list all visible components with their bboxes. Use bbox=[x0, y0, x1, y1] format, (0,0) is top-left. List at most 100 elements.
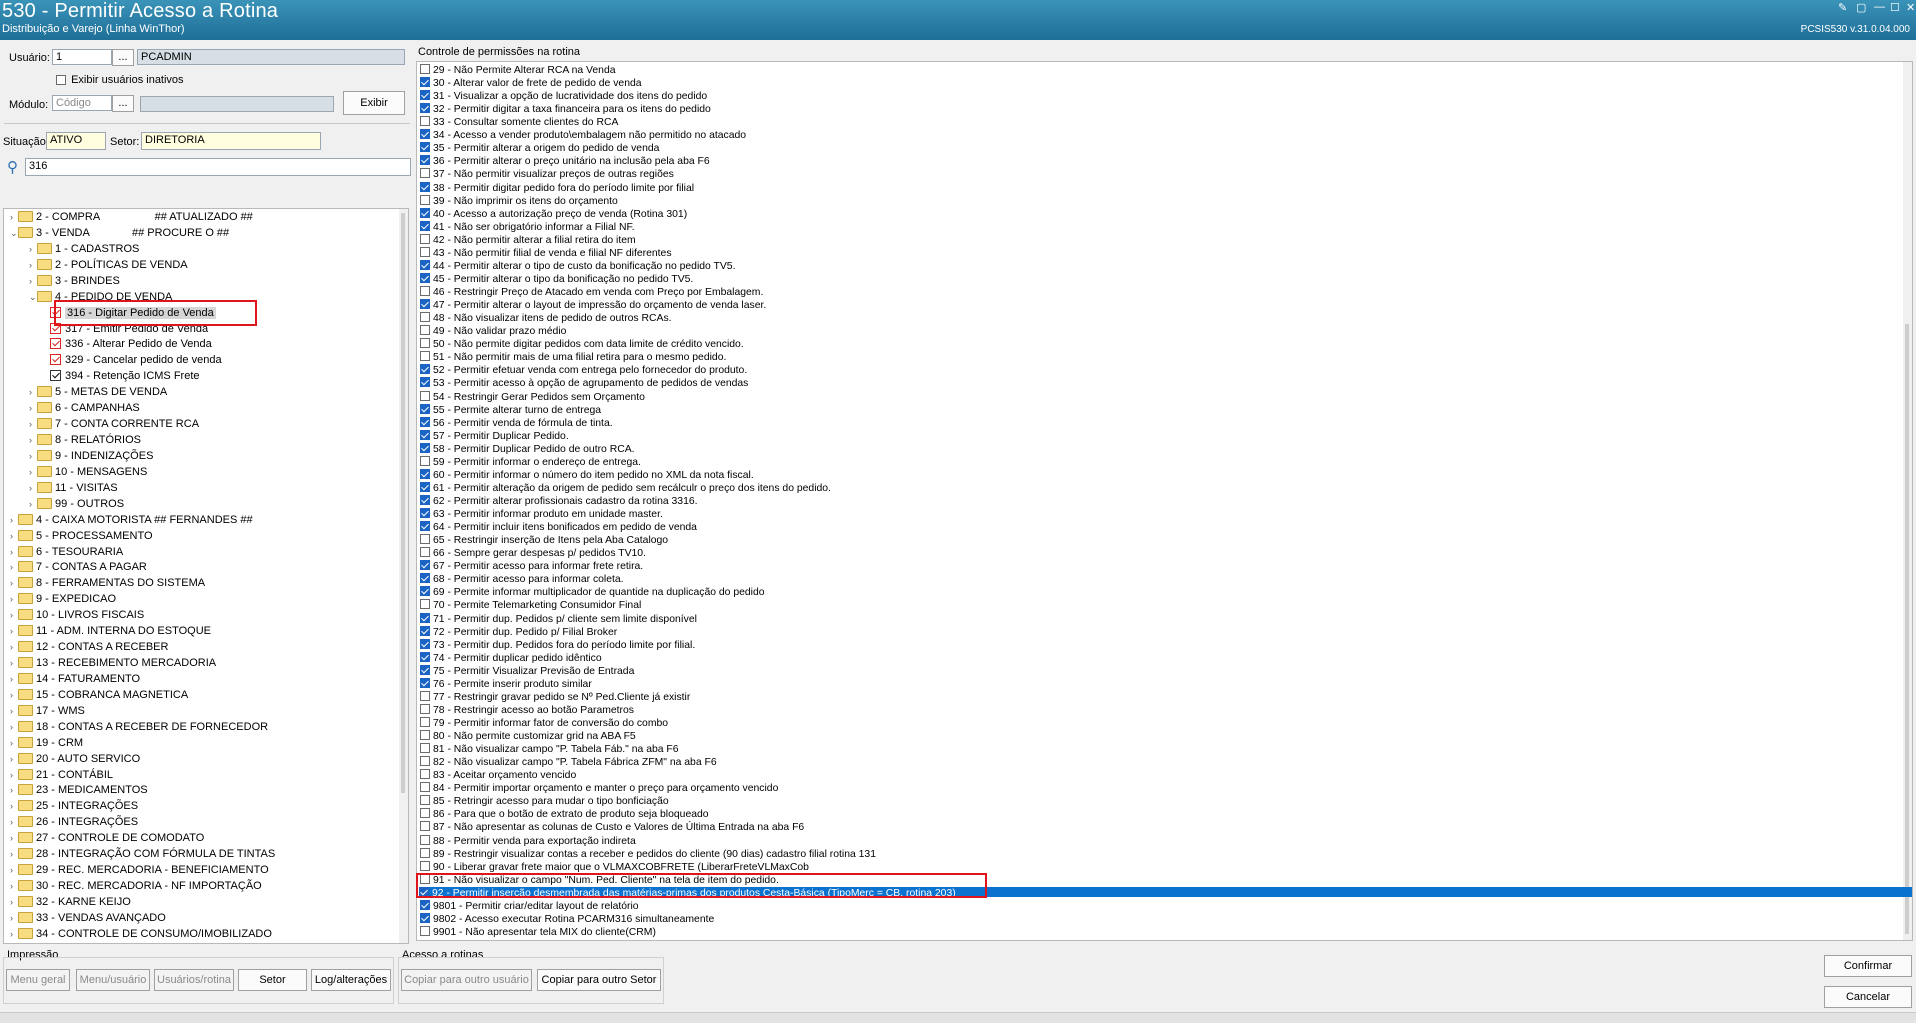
permission-item[interactable]: 54 - Restringir Gerar Pedidos sem Orçame… bbox=[420, 390, 645, 402]
permissions-scrollbar[interactable] bbox=[1903, 62, 1912, 940]
permission-checkbox[interactable] bbox=[420, 573, 430, 584]
permission-checkbox[interactable] bbox=[420, 455, 430, 466]
expand-chevron-icon[interactable]: › bbox=[10, 673, 18, 686]
permission-checkbox[interactable] bbox=[420, 468, 430, 479]
expand-chevron-icon[interactable]: › bbox=[10, 721, 18, 734]
permission-checkbox[interactable] bbox=[420, 168, 430, 179]
permission-item[interactable]: 35 - Permitir alterar a origem do pedido… bbox=[420, 142, 659, 154]
permission-item[interactable]: 33 - Consultar somente clientes do RCA bbox=[420, 116, 618, 128]
permission-checkbox[interactable] bbox=[420, 494, 430, 505]
expand-chevron-icon[interactable]: › bbox=[10, 928, 18, 941]
permission-item[interactable]: 68 - Permitir acesso para informar colet… bbox=[420, 573, 624, 585]
permission-checkbox[interactable] bbox=[420, 207, 430, 218]
rotina-tree[interactable]: › 2 - COMPRA ## ATUALIZADO ## ⌄ 3 - VENDA #… bbox=[3, 208, 409, 944]
permission-item[interactable]: 91 - Não visualizar o campo "Num. Ped. C… bbox=[420, 873, 779, 886]
permission-checkbox[interactable] bbox=[420, 912, 430, 923]
usuario-browse-button[interactable]: ... bbox=[112, 49, 134, 66]
expand-chevron-icon[interactable]: › bbox=[10, 625, 18, 638]
permission-checkbox[interactable] bbox=[420, 286, 430, 297]
permission-item[interactable]: 48 - Não visualizar itens de pedido de o… bbox=[420, 312, 672, 324]
copiar-setor-button[interactable]: Copiar para outro Setor bbox=[537, 969, 661, 991]
expand-chevron-icon[interactable]: › bbox=[10, 864, 18, 877]
permission-checkbox[interactable] bbox=[420, 64, 430, 74]
permission-item[interactable]: 88 - Permitir venda para exportação indi… bbox=[420, 834, 636, 846]
expand-chevron-icon[interactable]: › bbox=[29, 434, 37, 447]
permission-item[interactable]: 69 - Permite informar multiplicador de q… bbox=[420, 586, 765, 598]
permissions-list[interactable]: 29 - Não Permite Alterar RCA na Venda 30 … bbox=[416, 61, 1913, 941]
permission-checkbox[interactable] bbox=[420, 847, 430, 858]
permission-item[interactable]: 56 - Permitir venda de fórmula de tinta. bbox=[420, 416, 613, 428]
tree-folder-item[interactable]: › 27 - CONTROLE DE COMODATO bbox=[10, 832, 204, 845]
tree-folder-item[interactable]: › 28 - INTEGRAÇÃO COM FÓRMULA DE TINTAS bbox=[10, 848, 275, 861]
permission-item[interactable]: 41 - Não ser obrigatório informar a Fili… bbox=[420, 220, 635, 233]
tree-folder-item[interactable]: › 99 - OUTROS bbox=[29, 497, 124, 511]
tree-folder-item[interactable]: › 8 - RELATÓRIOS bbox=[29, 434, 141, 447]
expand-chevron-icon[interactable]: › bbox=[10, 737, 18, 750]
permission-item[interactable]: 82 - Não visualizar campo "P. Tabela Fáb… bbox=[420, 756, 717, 768]
permission-checkbox[interactable] bbox=[420, 599, 430, 610]
permission-item[interactable]: 58 - Permitir Duplicar Pedido de outro R… bbox=[420, 442, 635, 455]
permission-checkbox[interactable] bbox=[420, 442, 430, 453]
permission-item[interactable]: 38 - Permitir digitar pedido fora do per… bbox=[420, 181, 694, 193]
modulo-code-input[interactable]: Código bbox=[52, 95, 112, 111]
tree-folder-item[interactable]: › 17 - WMS bbox=[10, 704, 85, 718]
permission-checkbox[interactable] bbox=[420, 233, 430, 244]
permission-item[interactable]: 61 - Permitir alteração da origem de ped… bbox=[420, 481, 831, 494]
tree-folder-item[interactable]: › 21 - CONTÁBIL bbox=[10, 768, 113, 782]
permission-checkbox[interactable] bbox=[420, 403, 430, 414]
permission-item[interactable]: 87 - Não apresentar as colunas de Custo … bbox=[420, 821, 804, 833]
permission-item[interactable]: 40 - Acesso a autorização preço de venda… bbox=[420, 207, 687, 220]
tree-rotina-item[interactable]: 329 - Cancelar pedido de venda bbox=[50, 354, 222, 367]
tree-folder-item[interactable]: ⌄ 3 - VENDA ## PROCURE O ## bbox=[10, 226, 229, 240]
cancelar-button[interactable]: Cancelar bbox=[1824, 986, 1912, 1008]
permission-checkbox[interactable] bbox=[420, 547, 430, 558]
tree-checkbox[interactable] bbox=[50, 322, 61, 334]
confirmar-button[interactable]: Confirmar bbox=[1824, 955, 1912, 977]
expand-chevron-icon[interactable]: › bbox=[10, 689, 18, 702]
tree-folder-item[interactable]: › 7 - CONTAS A PAGAR bbox=[10, 561, 147, 574]
permission-checkbox[interactable] bbox=[420, 703, 430, 714]
permission-item[interactable]: 29 - Não Permite Alterar RCA na Venda bbox=[420, 64, 616, 76]
permission-checkbox[interactable] bbox=[420, 521, 430, 532]
expand-chevron-icon[interactable]: › bbox=[10, 561, 18, 574]
tree-scrollbar-thumb[interactable] bbox=[401, 213, 405, 793]
permission-checkbox[interactable] bbox=[420, 116, 430, 127]
permission-item[interactable]: 37 - Não permitir visualizar preços de o… bbox=[420, 168, 674, 180]
permission-checkbox[interactable] bbox=[420, 586, 430, 597]
permission-checkbox[interactable] bbox=[420, 651, 430, 662]
setor-field[interactable]: DIRETORIA bbox=[141, 132, 321, 150]
permission-item[interactable]: 85 - Retringir acesso para mudar o tipo … bbox=[420, 795, 669, 807]
tree-folder-item[interactable]: › 5 - PROCESSAMENTO bbox=[10, 529, 153, 543]
permission-checkbox[interactable] bbox=[420, 325, 430, 336]
permission-checkbox[interactable] bbox=[420, 730, 430, 741]
permission-checkbox[interactable] bbox=[420, 638, 430, 649]
permission-item[interactable]: 73 - Permitir dup. Pedidos fora do perío… bbox=[420, 638, 695, 650]
tree-folder-item[interactable]: › 20 - AUTO SERVICO bbox=[10, 752, 140, 766]
permission-item[interactable]: 43 - Não permitir filial de venda e fili… bbox=[420, 246, 672, 259]
permission-item[interactable]: 51 - Não permitir mais de uma filial ret… bbox=[420, 351, 726, 363]
tree-folder-item[interactable]: › 11 - VISITAS bbox=[29, 481, 118, 495]
tree-folder-item[interactable]: › 6 - CAMPANHAS bbox=[29, 402, 140, 415]
tree-folder-item[interactable]: › 26 - INTEGRAÇÕES bbox=[10, 816, 138, 829]
tree-scrollbar[interactable] bbox=[399, 209, 408, 943]
tree-rotina-item[interactable]: 336 - Alterar Pedido de Venda bbox=[50, 338, 212, 351]
exibir-button[interactable]: Exibir bbox=[343, 91, 405, 115]
permission-item[interactable]: 64 - Permitir incluir itens bonificados … bbox=[420, 521, 697, 533]
expand-chevron-icon[interactable]: › bbox=[10, 848, 18, 861]
permission-checkbox[interactable] bbox=[420, 429, 430, 440]
permission-item[interactable]: 78 - Restringir acesso ao botão Parametr… bbox=[420, 703, 634, 716]
permission-item[interactable]: 55 - Permite alterar turno de entrega bbox=[420, 403, 601, 415]
permission-item[interactable]: 80 - Não permite customizar grid na ABA … bbox=[420, 730, 636, 742]
expand-chevron-icon[interactable]: › bbox=[10, 211, 18, 224]
permission-checkbox[interactable] bbox=[420, 560, 430, 571]
tree-checkbox[interactable] bbox=[50, 338, 61, 350]
permission-checkbox[interactable] bbox=[420, 808, 430, 819]
tree-folder-item[interactable]: › 8 - FERRAMENTAS DO SISTEMA bbox=[10, 577, 205, 590]
permission-checkbox[interactable] bbox=[420, 899, 430, 910]
tree-folder-item[interactable]: › 29 - REC. MERCADORIA - BENEFICIAMENTO bbox=[10, 864, 269, 877]
expand-chevron-icon[interactable]: › bbox=[10, 832, 18, 845]
expand-chevron-icon[interactable]: › bbox=[29, 482, 37, 495]
permission-checkbox[interactable] bbox=[420, 351, 430, 362]
permission-item[interactable]: 90 - Liberar gravar frete maior que o VL… bbox=[420, 860, 809, 873]
permission-item[interactable]: 30 - Alterar valor de frete de pedido de… bbox=[420, 77, 642, 89]
